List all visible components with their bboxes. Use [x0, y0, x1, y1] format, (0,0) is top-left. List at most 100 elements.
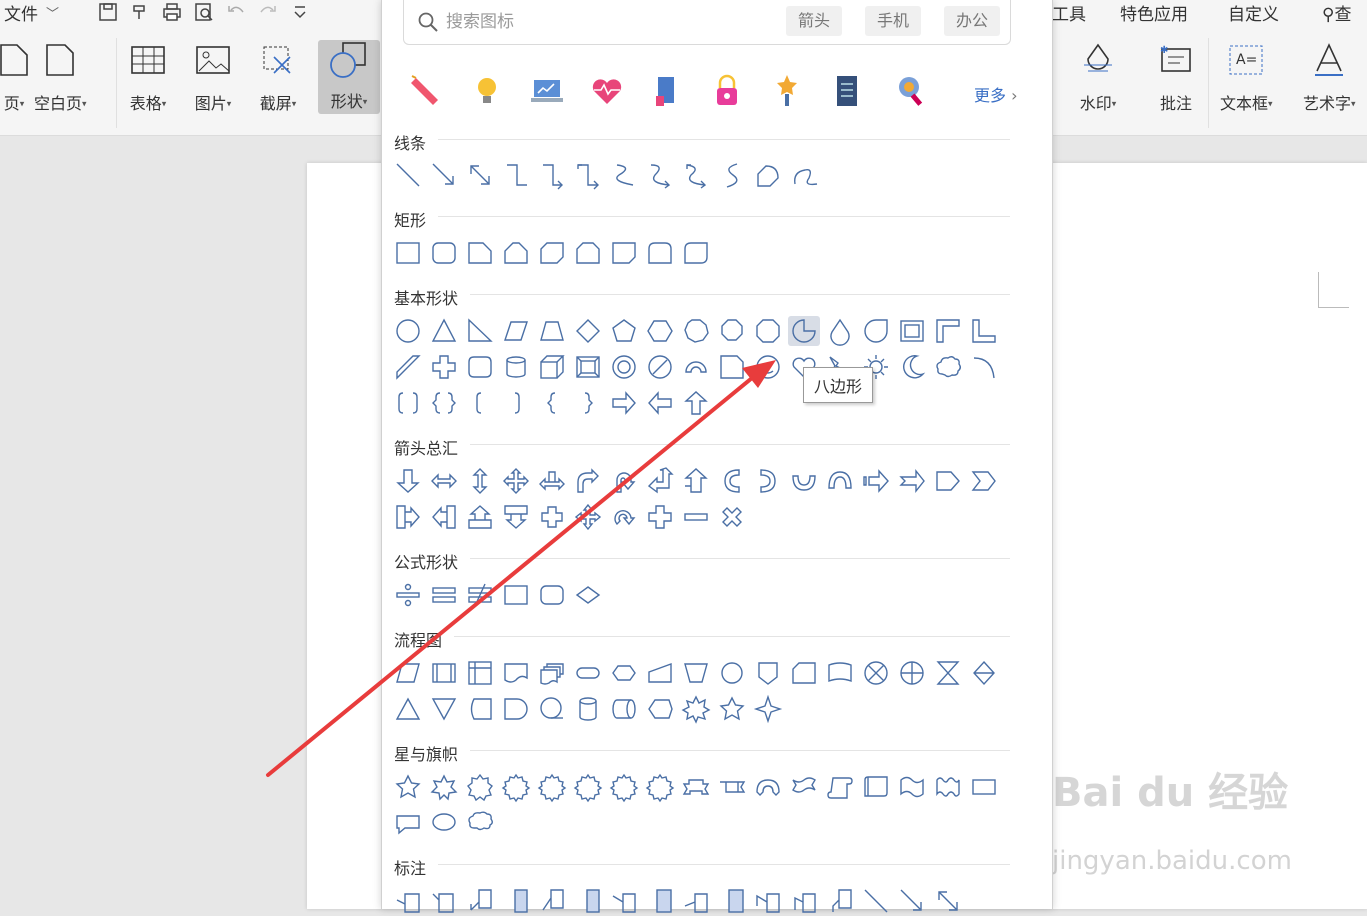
- basic-shape-23[interactable]: [572, 352, 604, 382]
- basic-shape-4[interactable]: [500, 316, 532, 346]
- callout-shape-2[interactable]: [428, 886, 460, 916]
- basic-shape-35[interactable]: [392, 388, 424, 418]
- callout-shape-5[interactable]: [536, 886, 568, 916]
- arrow-shape-23[interactable]: [572, 502, 604, 532]
- line-shape-1[interactable]: [392, 160, 424, 190]
- search-tag-office[interactable]: 办公: [944, 6, 1001, 36]
- callout-shape-11[interactable]: [752, 886, 784, 916]
- tab-tools[interactable]: 工具: [1052, 0, 1086, 25]
- line-shape-10[interactable]: [716, 160, 748, 190]
- arrow-shape-16[interactable]: [932, 466, 964, 496]
- gear-search-icon[interactable]: [892, 72, 930, 110]
- flowchart-shape-18[interactable]: [392, 694, 424, 724]
- arrow-shape-21[interactable]: [500, 502, 532, 532]
- document-icon[interactable]: [828, 72, 866, 110]
- arrow-shape-3[interactable]: [464, 466, 496, 496]
- basic-shape-33[interactable]: [932, 352, 964, 382]
- flowchart-shape-7[interactable]: [608, 658, 640, 688]
- textbox-button[interactable]: A= 文本框▾: [1220, 40, 1273, 114]
- arrow-shape-24[interactable]: [608, 502, 640, 532]
- print-icon[interactable]: [161, 2, 183, 22]
- basic-shape-40[interactable]: [572, 388, 604, 418]
- arrow-shape-22[interactable]: [536, 502, 568, 532]
- table-button[interactable]: 表格▾: [128, 40, 168, 114]
- star-flag-shape-14[interactable]: [860, 772, 892, 802]
- rect-shape-6[interactable]: [572, 238, 604, 268]
- callout-shape-4[interactable]: [500, 886, 532, 916]
- rect-shape-9[interactable]: [680, 238, 712, 268]
- basic-shape-38[interactable]: [500, 388, 532, 418]
- basic-shape-10[interactable]: [716, 316, 748, 346]
- callout-shape-6[interactable]: [572, 886, 604, 916]
- arrow-shape-9[interactable]: [680, 466, 712, 496]
- basic-shape-7[interactable]: [608, 316, 640, 346]
- flowchart-shape-4[interactable]: [500, 658, 532, 688]
- laptop-chart-icon[interactable]: [528, 72, 566, 110]
- callout-shape-10[interactable]: [716, 886, 748, 916]
- star-flag-shape-2[interactable]: [428, 772, 460, 802]
- flowchart-shape-15[interactable]: [896, 658, 928, 688]
- callout-shape-12[interactable]: [788, 886, 820, 916]
- basic-shape-13[interactable]: [824, 316, 856, 346]
- lock-icon[interactable]: [708, 72, 746, 110]
- line-shape-11[interactable]: [752, 160, 784, 190]
- rect-shape-4[interactable]: [500, 238, 532, 268]
- arrow-shape-2[interactable]: [428, 466, 460, 496]
- arrow-shape-4[interactable]: [500, 466, 532, 496]
- basic-shape-14[interactable]: [860, 316, 892, 346]
- flowchart-shape-24[interactable]: [608, 694, 640, 724]
- books-icon[interactable]: [648, 72, 686, 110]
- flowchart-shape-11[interactable]: [752, 658, 784, 688]
- picture-button[interactable]: 图片▾: [193, 40, 233, 114]
- screenshot-button[interactable]: 截屏▾: [258, 40, 298, 114]
- star-flag-shape-4[interactable]: [500, 772, 532, 803]
- basic-shape-32[interactable]: [896, 352, 928, 382]
- star-flag-shape-6[interactable]: [572, 772, 604, 803]
- basic-shape-22[interactable]: [536, 352, 568, 382]
- flowchart-shape-12[interactable]: [788, 658, 820, 688]
- arrow-shape-25[interactable]: [644, 502, 676, 532]
- basic-shape-42[interactable]: [644, 388, 676, 418]
- basic-shape-24[interactable]: [608, 352, 640, 382]
- callout-shape-13[interactable]: [824, 886, 856, 916]
- basic-shape-34[interactable]: [968, 352, 1000, 382]
- callout-shape-15[interactable]: [896, 886, 928, 916]
- basic-shape-36[interactable]: [428, 388, 460, 418]
- shapes-button[interactable]: 形状▾: [318, 40, 380, 114]
- formula-shape-4[interactable]: [500, 580, 532, 610]
- arrow-shape-14[interactable]: [860, 466, 892, 496]
- basic-shape-25[interactable]: [644, 352, 676, 382]
- basic-shape-8[interactable]: [644, 316, 676, 346]
- arrow-shape-20[interactable]: [464, 502, 496, 532]
- arrow-shape-13[interactable]: [824, 466, 856, 496]
- star-flag-shape-20[interactable]: [464, 808, 496, 838]
- arrow-shape-7[interactable]: [608, 466, 640, 496]
- redo-icon[interactable]: [257, 2, 279, 22]
- flowchart-shape-22[interactable]: [536, 694, 568, 724]
- flowchart-shape-19[interactable]: [428, 694, 460, 724]
- arrow-shape-27[interactable]: [716, 502, 748, 532]
- wordart-button[interactable]: 艺术字▾: [1303, 40, 1356, 114]
- line-shape-2[interactable]: [428, 160, 460, 190]
- arrow-shape-5[interactable]: [536, 466, 568, 496]
- flowchart-shape-28[interactable]: [752, 694, 784, 724]
- save-icon[interactable]: [97, 2, 119, 22]
- basic-shape-2[interactable]: [428, 316, 460, 346]
- customize-qat-icon[interactable]: [289, 2, 311, 22]
- star-flag-shape-17[interactable]: [968, 772, 1000, 802]
- line-shape-3[interactable]: [464, 160, 496, 190]
- icon-search-input[interactable]: [444, 8, 768, 36]
- star-flag-shape-1[interactable]: [392, 772, 424, 802]
- rect-shape-1[interactable]: [392, 238, 424, 268]
- line-shape-12[interactable]: [788, 160, 820, 190]
- flowchart-shape-3[interactable]: [464, 658, 496, 688]
- format-painter-icon[interactable]: [129, 2, 151, 22]
- basic-shape-3[interactable]: [464, 316, 496, 346]
- trophy-star-icon[interactable]: [768, 72, 806, 110]
- line-shape-8[interactable]: [644, 160, 676, 190]
- star-flag-shape-15[interactable]: [896, 772, 928, 802]
- flowchart-shape-20[interactable]: [464, 694, 496, 724]
- tab-special-apps[interactable]: 特色应用: [1120, 0, 1188, 25]
- arrow-shape-6[interactable]: [572, 466, 604, 496]
- star-flag-shape-8[interactable]: [644, 772, 676, 803]
